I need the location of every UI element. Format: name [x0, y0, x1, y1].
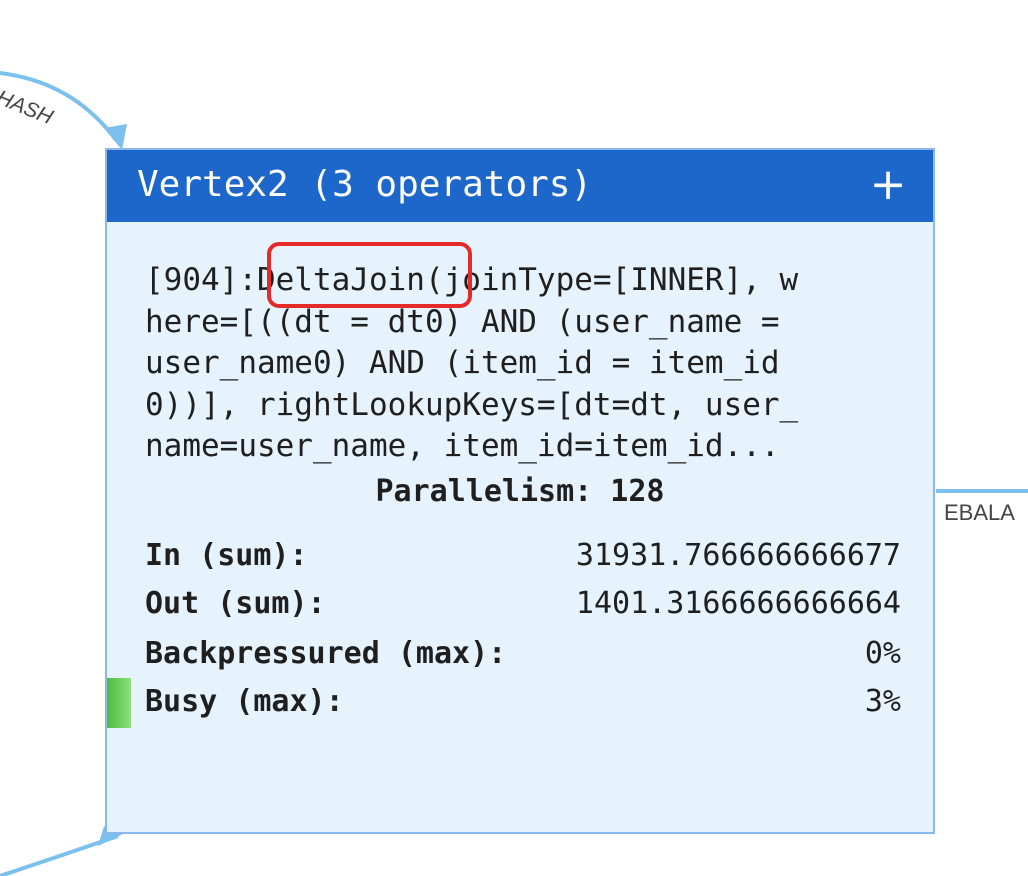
- plus-icon[interactable]: +: [865, 160, 911, 210]
- metric-label: Out (sum):: [145, 586, 326, 621]
- metric-row-in: In (sum): 31931.766666666677: [145, 536, 901, 576]
- metric-value: 1401.3166666666664: [575, 586, 901, 621]
- highlight-annotation: [267, 242, 472, 308]
- vertex-header[interactable]: Vertex2 (3 operators) +: [107, 150, 933, 222]
- metric-row-busy: Busy (max): 3%: [145, 682, 901, 722]
- metric-row-backpressured: Backpressured (max): 0%: [145, 634, 901, 674]
- metric-value: 31931.766666666677: [575, 538, 901, 573]
- metric-label: Busy (max):: [145, 684, 344, 719]
- vertex-title: Vertex2 (3 operators): [137, 164, 593, 205]
- edge-label-rebalance: EBALA: [944, 500, 1015, 525]
- metric-label: Backpressured (max):: [145, 636, 507, 671]
- metric-value: 0%: [864, 636, 901, 671]
- operator-description: [904]:DeltaJoin(joinType=[INNER], w here…: [145, 262, 799, 464]
- metric-value: 3%: [864, 684, 901, 719]
- vertex-node[interactable]: Vertex2 (3 operators) + [904]:DeltaJoin(…: [105, 148, 935, 834]
- metric-label: In (sum):: [145, 538, 308, 573]
- incoming-edge-top-arrowhead: [104, 124, 127, 150]
- busy-indicator: [107, 678, 131, 728]
- metric-row-out: Out (sum): 1401.3166666666664: [145, 584, 901, 624]
- parallelism-label: Parallelism: 128: [375, 474, 665, 509]
